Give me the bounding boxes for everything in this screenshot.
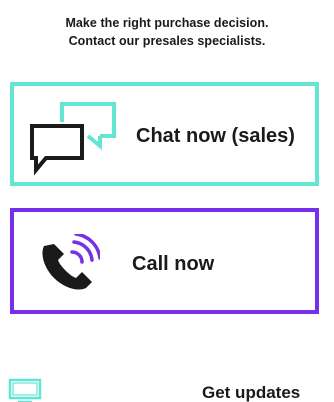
chat-now-sales-label: Chat now (sales) <box>136 125 295 147</box>
chat-bubbles-icon <box>30 102 116 176</box>
call-now-label: Call now <box>132 253 215 275</box>
call-now-button[interactable]: Call now <box>10 208 319 314</box>
monitor-icon <box>8 378 42 402</box>
presales-contact-panel: Make the right purchase decision. Contac… <box>0 0 334 402</box>
chat-now-sales-button[interactable]: Chat now (sales) <box>10 82 319 186</box>
get-updates-label: Get updates <box>202 383 301 402</box>
headline-line-1: Make the right purchase decision. <box>65 16 269 30</box>
get-updates-button[interactable]: Get updates <box>0 378 334 402</box>
phone-ringing-icon <box>42 234 100 290</box>
presales-headline: Make the right purchase decision. Contac… <box>0 14 334 50</box>
headline-line-2: Contact our presales specialists. <box>68 34 266 48</box>
